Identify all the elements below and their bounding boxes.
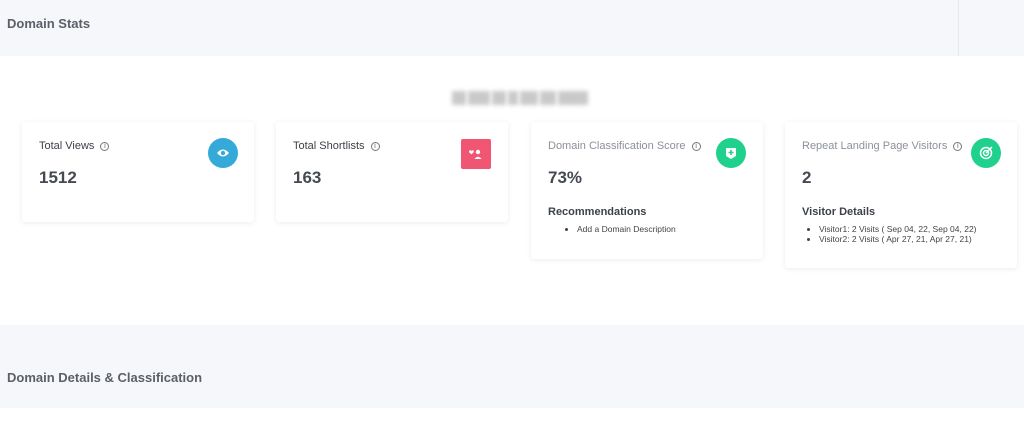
info-icon[interactable]: i: [953, 142, 963, 151]
visitor-details-list: Visitor1: 2 Visits ( Sep 04, 22, Sep 04,…: [811, 224, 977, 244]
info-icon[interactable]: i: [370, 142, 380, 151]
page-title: Domain Stats: [7, 16, 91, 31]
section-title-domain-details: Domain Details & Classification: [7, 370, 203, 385]
recommendations-list: Add a Domain Description: [569, 224, 676, 234]
list-item: Add a Domain Description: [577, 224, 676, 234]
list-item: Visitor2: 2 Visits ( Apr 27, 21, Apr 27,…: [819, 234, 977, 244]
stat-value: 163: [293, 168, 322, 187]
stat-card-repeat-visitors: Repeat Landing Page Visitors i 2 Visitor …: [785, 122, 1017, 268]
stat-card-classification-score: Domain Classification Score i 73% Recomme…: [531, 122, 763, 259]
stat-card-total-views: Total Views i 1512: [22, 122, 254, 222]
stat-value: 2: [802, 168, 812, 187]
shield-badge-icon: [716, 138, 746, 168]
visitor-details-heading: Visitor Details: [802, 206, 876, 218]
user-heart-icon: [461, 139, 491, 169]
eye-icon: [208, 138, 238, 168]
stat-value: 1512: [39, 168, 77, 187]
section-header-band: [0, 325, 1024, 408]
stat-label: Repeat Landing Page Visitors i: [802, 140, 963, 152]
stat-label: Domain Classification Score i: [548, 140, 701, 152]
info-icon[interactable]: i: [691, 142, 701, 151]
top-bar: [0, 0, 1024, 56]
top-bar-divider: [958, 0, 959, 56]
stat-label: Total Shortlists i: [293, 140, 380, 152]
info-icon[interactable]: i: [100, 142, 110, 151]
target-icon: [971, 138, 1001, 168]
list-item: Visitor1: 2 Visits ( Sep 04, 22, Sep 04,…: [819, 224, 977, 234]
blurred-domain-name: [452, 89, 588, 107]
stat-label: Total Views i: [39, 140, 110, 152]
stat-card-total-shortlists: Total Shortlists i 163: [276, 122, 508, 222]
recommendations-heading: Recommendations: [548, 206, 647, 218]
stat-value: 73%: [548, 168, 583, 187]
